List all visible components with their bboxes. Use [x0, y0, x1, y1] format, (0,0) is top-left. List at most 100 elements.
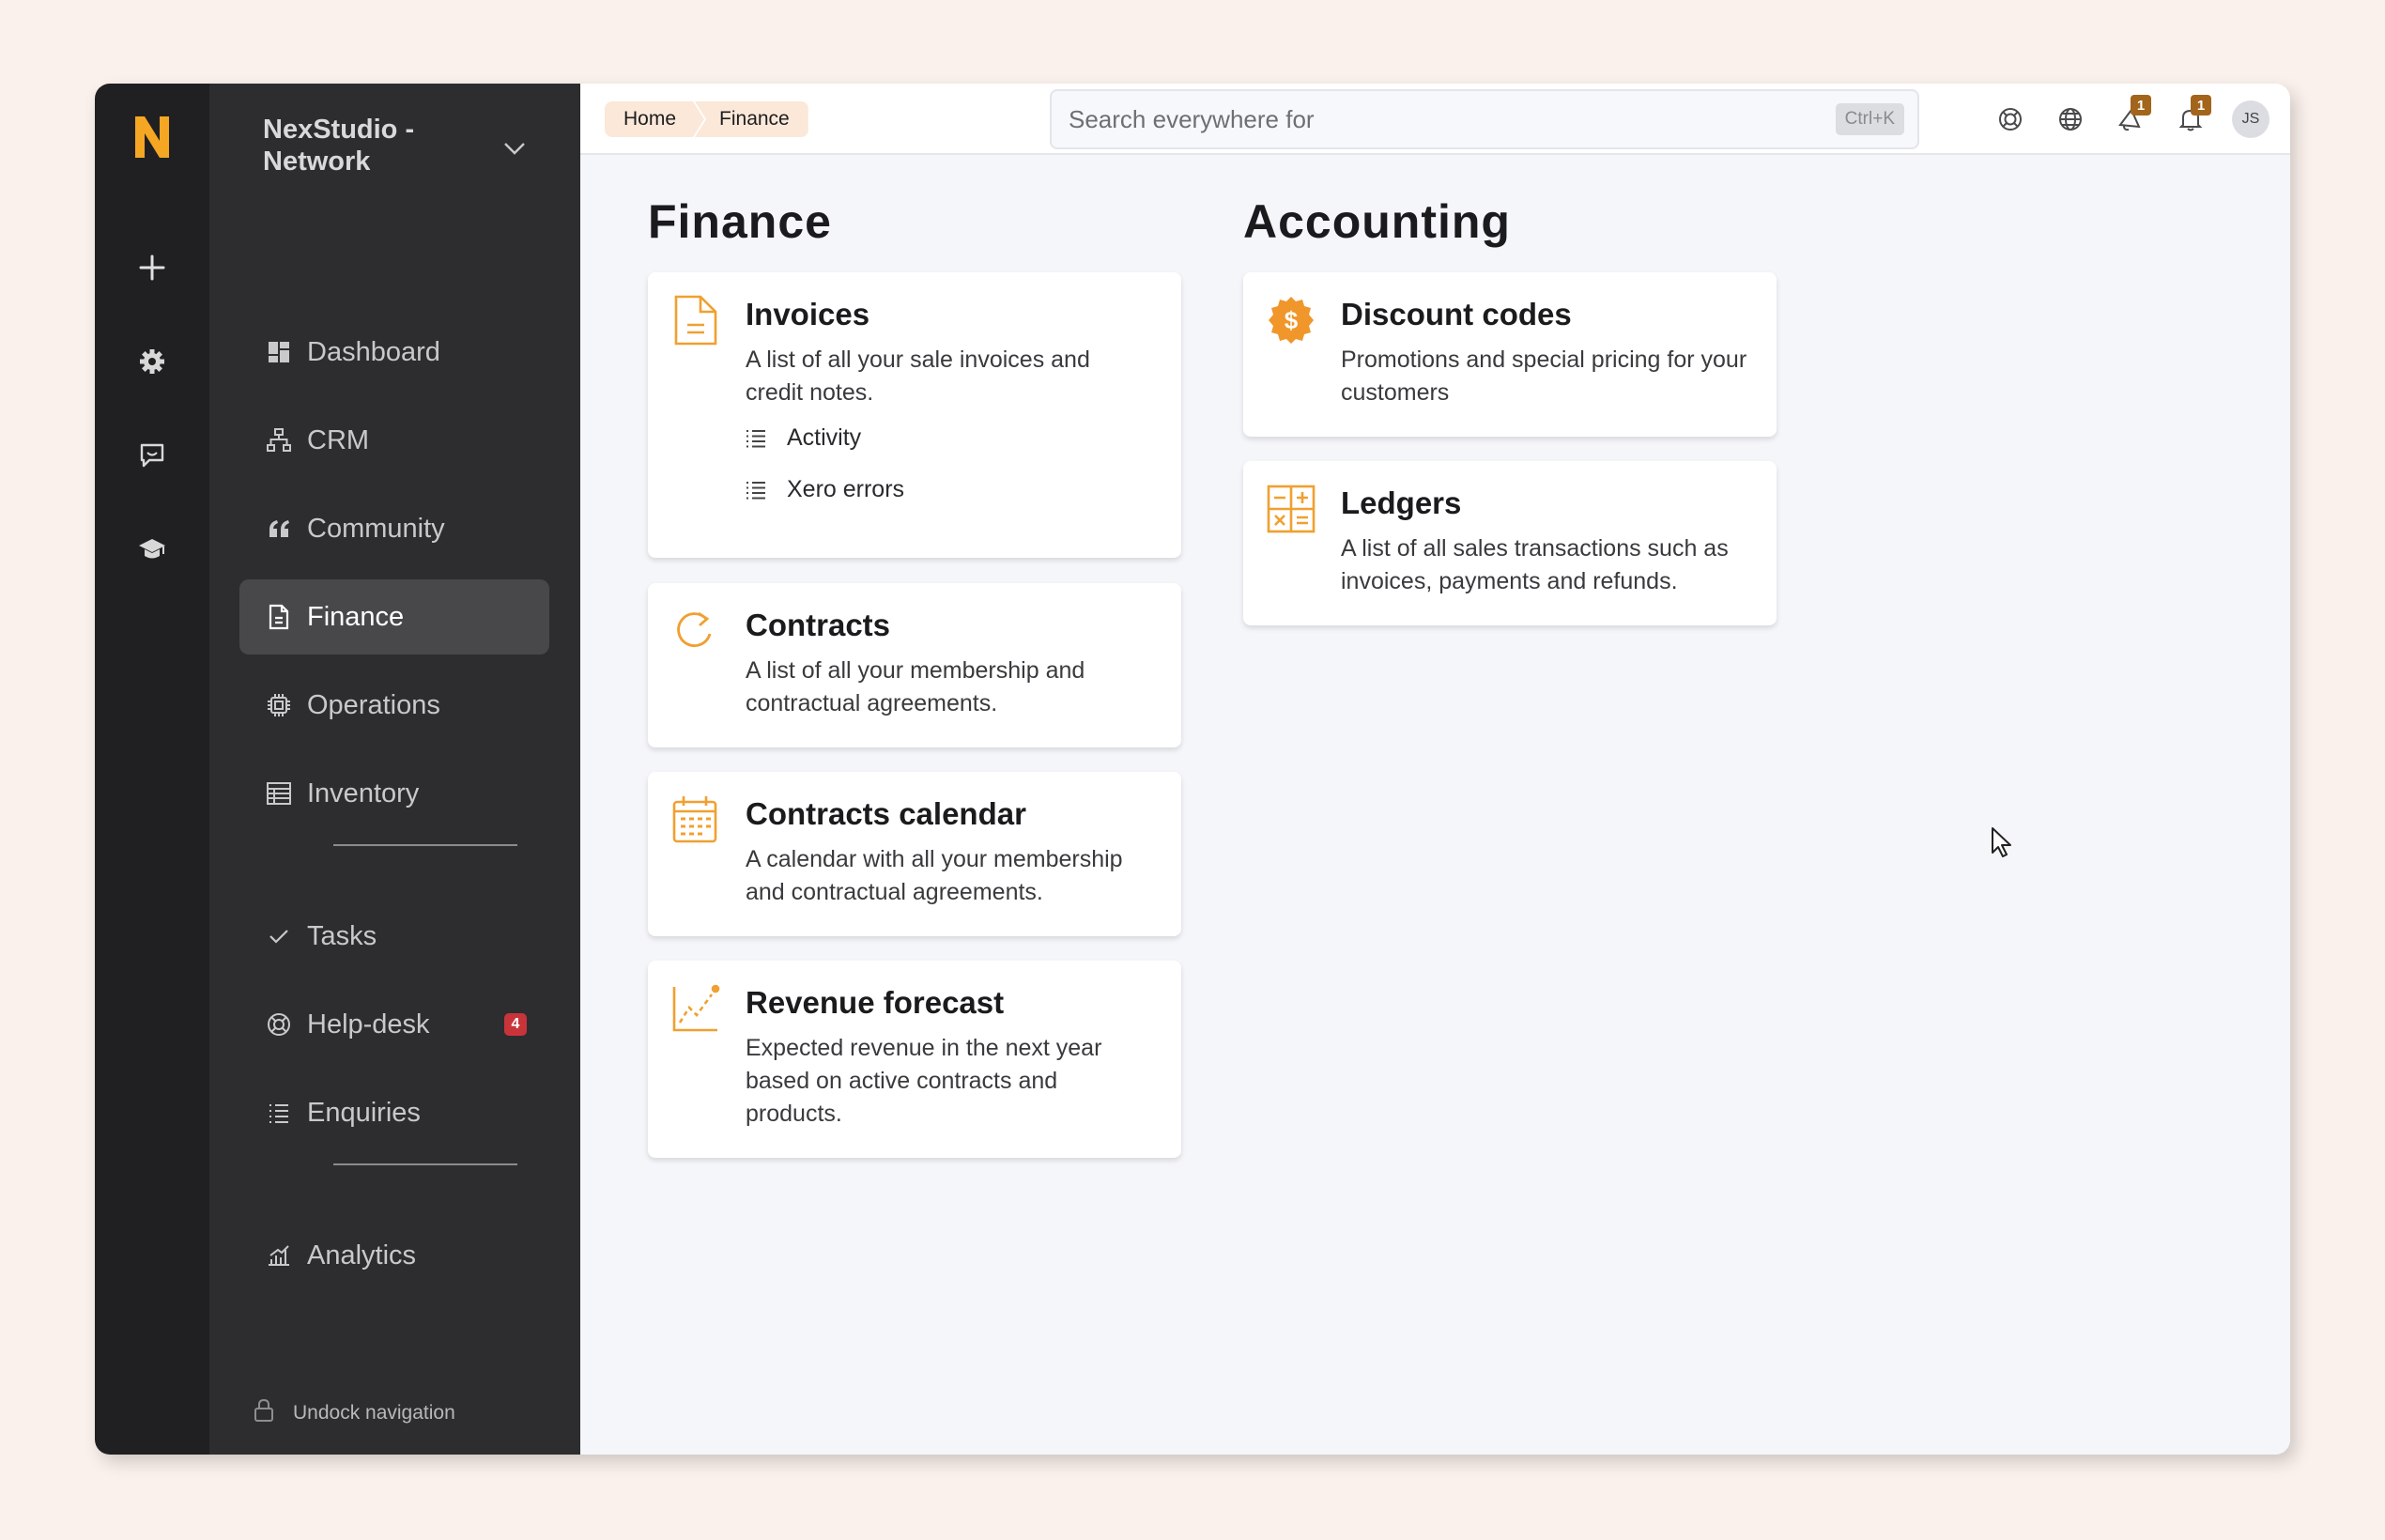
- sidebar-item-label: Enquiries: [307, 1097, 421, 1128]
- quote-icon: [266, 516, 292, 542]
- sidebar-item-enquiries[interactable]: Enquiries: [239, 1075, 549, 1150]
- sidebar-item-label: Community: [307, 513, 445, 544]
- search-bar[interactable]: Ctrl+K: [1050, 89, 1919, 149]
- chart-icon: [266, 1242, 292, 1269]
- accounting-section-title: Accounting: [1243, 195, 1511, 248]
- card-title: Discount codes: [1341, 297, 1572, 331]
- list-icon: [266, 1100, 292, 1126]
- app-window: NexStudio - Network Dashboard CRM Commun…: [95, 84, 2290, 1455]
- org-name: NexStudio - Network: [263, 115, 415, 177]
- hierarchy-icon: [266, 427, 292, 454]
- finance-section-title: Finance: [648, 195, 832, 248]
- notifications-count: 1: [2191, 95, 2211, 116]
- sidebar-item-operations[interactable]: Operations: [239, 668, 549, 743]
- mouse-cursor-icon: [1992, 827, 2011, 857]
- chip-icon: [266, 692, 292, 718]
- discount-badge-icon: $: [1269, 297, 1314, 344]
- contracts-card[interactable]: Contracts A list of all your membership …: [648, 583, 1181, 747]
- gear-icon: [140, 349, 164, 374]
- sidebar-item-community[interactable]: Community: [239, 491, 549, 566]
- check-icon: [266, 923, 292, 949]
- card-description: Promotions and special pricing for your …: [1341, 346, 1747, 406]
- shortcut-hint: Ctrl+K: [1835, 103, 1904, 135]
- sidebar-item-dashboard[interactable]: Dashboard: [239, 315, 549, 390]
- nav-list: Dashboard CRM Community Finance Operatio…: [239, 315, 549, 1306]
- top-bar: Home Finance Ctrl+K 1: [580, 84, 2290, 155]
- svg-text:$: $: [1285, 306, 1299, 334]
- ledgers-card[interactable]: Ledgers A list of all sales transactions…: [1243, 461, 1777, 625]
- undock-label: Undock navigation: [293, 1402, 455, 1424]
- nav-divider: [333, 1163, 517, 1165]
- sidebar-item-label: Inventory: [307, 778, 420, 808]
- card-description: Expected revenue in the next year based …: [746, 1035, 1102, 1127]
- discount-codes-card[interactable]: $ Discount codes Promotions and special …: [1243, 272, 1777, 437]
- breadcrumb-finance[interactable]: Finance: [695, 101, 808, 137]
- brand-logo[interactable]: [128, 108, 177, 164]
- revenue-forecast-card[interactable]: Revenue forecast Expected revenue in the…: [648, 961, 1181, 1158]
- link-label: Xero errors: [787, 476, 905, 502]
- sidebar-item-finance[interactable]: Finance: [239, 579, 549, 654]
- sidebar-item-label: Analytics: [307, 1240, 417, 1270]
- nav-divider: [333, 844, 517, 846]
- add-button[interactable]: [124, 239, 180, 296]
- chat-button[interactable]: [124, 427, 180, 484]
- card-description: A list of all your sale invoices and cre…: [746, 346, 1090, 406]
- main-content: Home Finance Ctrl+K 1: [580, 84, 2290, 1455]
- undock-navigation-button[interactable]: Undock navigation: [254, 1398, 455, 1428]
- card-title: Revenue forecast: [746, 985, 1005, 1020]
- list-icon: [746, 481, 766, 500]
- card-title: Invoices: [746, 297, 870, 331]
- sidebar-item-label: Tasks: [307, 920, 377, 951]
- sidebar-item-help-desk[interactable]: Help-desk 4: [239, 987, 549, 1062]
- sidebar-item-tasks[interactable]: Tasks: [239, 899, 549, 974]
- card-description: A list of all sales transactions such as…: [1341, 535, 1729, 594]
- calculator-icon: [1267, 485, 1316, 533]
- graduation-cap-icon: [139, 539, 165, 559]
- settings-button[interactable]: [124, 333, 180, 390]
- announcements-button[interactable]: 1: [2108, 95, 2153, 142]
- sidebar-item-inventory[interactable]: Inventory: [239, 756, 549, 831]
- breadcrumb: Home Finance: [605, 101, 808, 137]
- search-input[interactable]: [1069, 104, 1836, 134]
- language-button[interactable]: [2048, 97, 2093, 142]
- invoice-icon: [674, 295, 717, 346]
- calendar-icon: [672, 796, 717, 843]
- org-switcher[interactable]: NexStudio - Network: [263, 114, 526, 177]
- card-description: A list of all your membership and contra…: [746, 657, 1085, 716]
- breadcrumb-home[interactable]: Home: [605, 101, 704, 137]
- sidebar-item-label: Dashboard: [307, 336, 440, 367]
- avatar[interactable]: JS: [2232, 100, 2270, 138]
- notifications-button[interactable]: 1: [2168, 95, 2213, 142]
- forecast-chart-icon: [672, 984, 720, 1032]
- document-icon: [266, 604, 292, 630]
- invoices-card[interactable]: Invoices A list of all your sale invoice…: [648, 272, 1181, 558]
- plus-icon: [139, 254, 165, 281]
- sidebar-item-analytics[interactable]: Analytics: [239, 1218, 549, 1293]
- lifebuoy-icon: [1999, 108, 2022, 131]
- announcements-count: 1: [2131, 95, 2151, 116]
- dashboard-icon: [266, 339, 292, 365]
- activity-link[interactable]: Activity: [746, 424, 1153, 452]
- lifebuoy-icon: [266, 1011, 292, 1038]
- link-label: Activity: [787, 424, 862, 451]
- sidebar-item-label: Finance: [307, 601, 405, 632]
- chevron-down-icon: [504, 143, 525, 155]
- refresh-icon: [677, 611, 712, 647]
- icon-rail: [95, 84, 209, 1455]
- list-icon: [746, 429, 766, 448]
- chat-icon: [140, 443, 164, 468]
- card-title: Contracts: [746, 608, 891, 642]
- contracts-calendar-card[interactable]: Contracts calendar A calendar with all y…: [648, 772, 1181, 936]
- lock-icon: [254, 1398, 274, 1428]
- table-icon: [266, 780, 292, 807]
- sidebar-item-crm[interactable]: CRM: [239, 403, 549, 478]
- card-description: A calendar with all your membership and …: [746, 846, 1123, 905]
- learning-button[interactable]: [124, 521, 180, 578]
- top-actions: 1 1 JS: [1973, 95, 2270, 142]
- xero-errors-link[interactable]: Xero errors: [746, 476, 1153, 503]
- card-title: Contracts calendar: [746, 796, 1026, 831]
- help-button[interactable]: [1988, 97, 2033, 142]
- card-title: Ledgers: [1341, 485, 1462, 520]
- sidebar-item-label: CRM: [307, 424, 370, 455]
- logo-n-icon: [135, 116, 169, 158]
